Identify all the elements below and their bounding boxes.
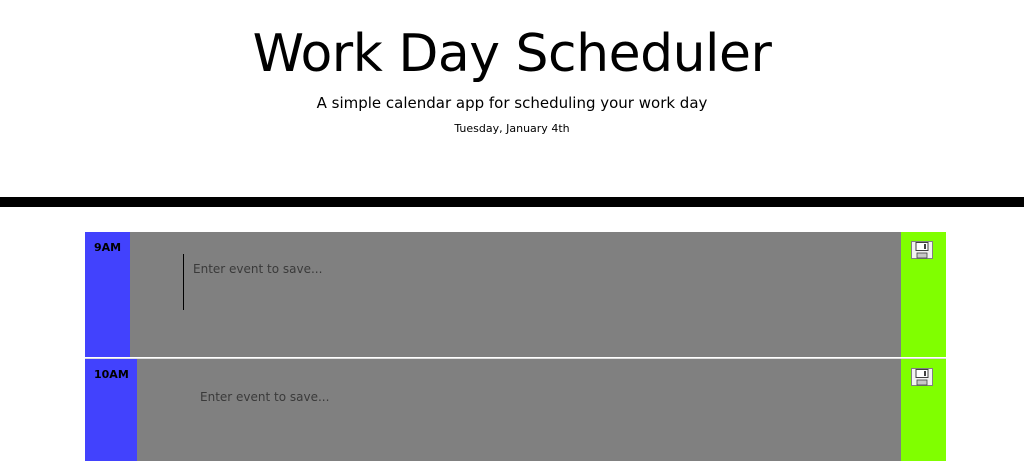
page-subtitle: A simple calendar app for scheduling you… [316, 94, 708, 112]
event-input[interactable] [130, 232, 901, 357]
schedule-container: 9AM 10AM [85, 232, 946, 461]
floppy-disk-icon [911, 241, 933, 259]
event-input[interactable] [137, 359, 901, 461]
hour-label: 10AM [85, 359, 137, 461]
current-date: Tuesday, January 4th [454, 122, 570, 135]
time-block-9am: 9AM [85, 232, 946, 357]
floppy-disk-icon [911, 368, 933, 386]
header-divider [0, 197, 1024, 207]
save-button[interactable] [901, 232, 946, 357]
page-header: Work Day Scheduler A simple calendar app… [0, 0, 1024, 197]
save-button[interactable] [901, 359, 946, 461]
hour-label: 9AM [85, 232, 130, 357]
time-block-10am: 10AM [85, 358, 946, 461]
page-title: Work Day Scheduler [252, 24, 772, 84]
text-cursor [183, 254, 184, 310]
